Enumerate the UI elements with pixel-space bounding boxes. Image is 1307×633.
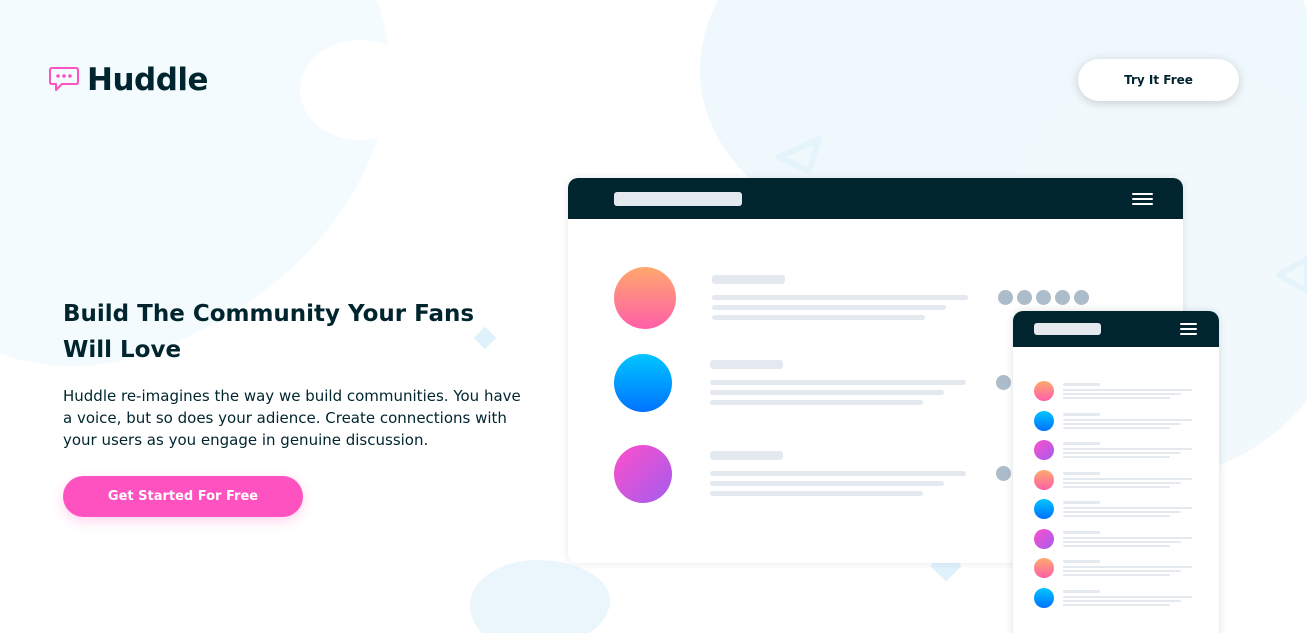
placeholder-line xyxy=(1063,501,1100,504)
placeholder-line xyxy=(1063,389,1192,391)
placeholder-line xyxy=(1063,507,1192,509)
placeholder-line xyxy=(1063,570,1181,572)
logo[interactable]: Huddle xyxy=(48,62,209,98)
placeholder-line xyxy=(1063,560,1100,563)
avatar xyxy=(1034,499,1054,519)
placeholder-line xyxy=(710,491,923,496)
dot xyxy=(996,375,1011,390)
placeholder-line xyxy=(710,471,966,476)
navbar-placeholder xyxy=(1034,323,1101,335)
placeholder-line xyxy=(710,380,966,385)
mobile-mockup-navbar xyxy=(1013,311,1219,347)
decorative-triangle xyxy=(1276,256,1307,294)
hamburger-icon xyxy=(1132,192,1153,205)
dot xyxy=(996,466,1011,481)
placeholder-line xyxy=(1063,540,1181,543)
placeholder-line xyxy=(1063,481,1181,484)
avatar xyxy=(1034,528,1054,549)
avatar xyxy=(1034,381,1054,401)
placeholder-line xyxy=(1063,418,1192,421)
decorative-triangle xyxy=(776,136,822,174)
background-blob xyxy=(470,560,610,633)
chat-bubble-icon xyxy=(48,66,80,94)
avatar xyxy=(1034,440,1054,460)
navbar-placeholder xyxy=(614,191,742,206)
placeholder-line xyxy=(1063,477,1192,480)
placeholder-line xyxy=(1063,452,1181,454)
placeholder-line xyxy=(1063,595,1192,598)
placeholder-line xyxy=(1063,412,1100,416)
avatar xyxy=(1034,469,1054,490)
placeholder-line xyxy=(1063,426,1170,429)
dot xyxy=(1055,290,1070,305)
desktop-mockup-navbar xyxy=(568,178,1183,219)
try-it-free-button[interactable]: Try It Free xyxy=(1078,59,1239,101)
placeholder-line xyxy=(1063,442,1100,445)
hero-section: Build The Community Your Fans Will Love … xyxy=(63,296,523,517)
placeholder-line xyxy=(710,481,944,486)
avatar xyxy=(614,445,672,503)
placeholder-line xyxy=(1063,515,1170,517)
placeholder-line xyxy=(1063,393,1181,395)
placeholder-line xyxy=(1063,536,1192,539)
placeholder-line xyxy=(1063,448,1192,450)
placeholder-line xyxy=(1063,603,1170,606)
placeholder-line xyxy=(712,305,946,310)
dot xyxy=(998,290,1013,305)
hero-title: Build The Community Your Fans Will Love xyxy=(63,301,475,363)
avatar xyxy=(1034,410,1054,431)
dot xyxy=(1074,290,1089,305)
placeholder-line xyxy=(710,390,944,395)
hero-description: Huddle re-imagines the way we build comm… xyxy=(63,387,521,449)
placeholder-line xyxy=(712,295,968,300)
hamburger-icon xyxy=(1180,323,1197,335)
placeholder-line xyxy=(1063,471,1100,475)
get-started-button[interactable]: Get Started For Free xyxy=(63,476,303,517)
site-header: Huddle Try It Free xyxy=(48,59,1239,101)
placeholder-line xyxy=(1063,397,1170,399)
placeholder-line xyxy=(712,275,785,284)
placeholder-line xyxy=(1063,422,1181,425)
placeholder-line xyxy=(1063,485,1170,488)
avatar xyxy=(614,354,672,412)
placeholder-line xyxy=(1063,566,1192,568)
status-dots xyxy=(998,290,1089,305)
placeholder-line xyxy=(712,315,925,320)
placeholder-line xyxy=(710,400,923,405)
logo-text: Huddle xyxy=(87,62,209,98)
dot xyxy=(1017,290,1032,305)
placeholder-line xyxy=(1063,544,1170,547)
placeholder-line xyxy=(1063,511,1181,513)
dot xyxy=(1036,290,1051,305)
avatar xyxy=(1034,587,1054,608)
placeholder-line xyxy=(1063,574,1170,576)
placeholder-line xyxy=(1063,530,1100,534)
placeholder-line xyxy=(1063,599,1181,602)
placeholder-line xyxy=(1063,589,1100,593)
placeholder-line xyxy=(1063,456,1170,458)
avatar xyxy=(1034,558,1054,578)
placeholder-line xyxy=(710,360,783,369)
avatar xyxy=(614,267,676,329)
mobile-mockup xyxy=(1013,311,1219,633)
placeholder-line xyxy=(1063,383,1100,386)
placeholder-line xyxy=(710,451,783,460)
